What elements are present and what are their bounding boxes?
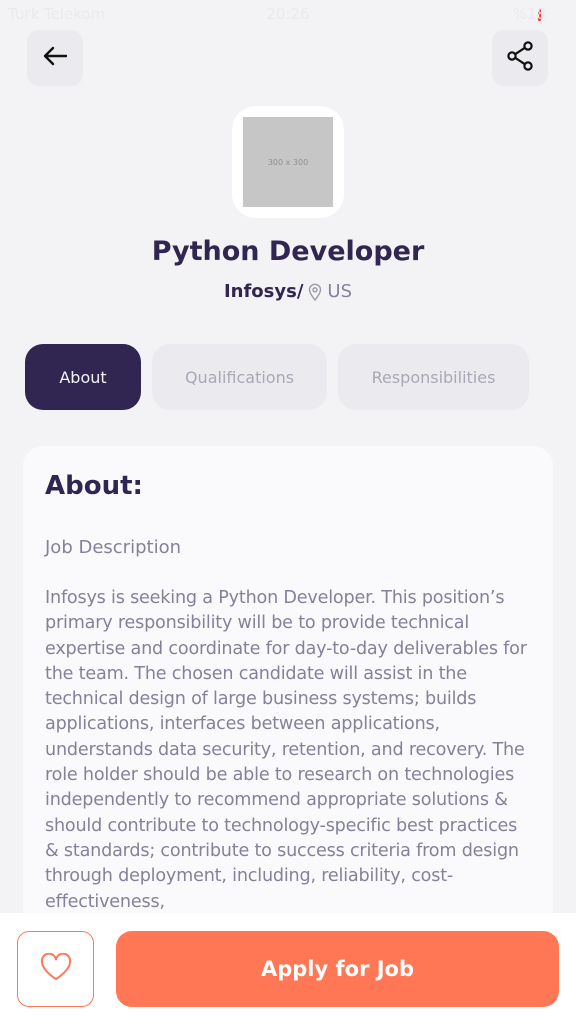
share-icon [506, 41, 534, 75]
arrow-left-icon [42, 46, 68, 70]
company-name: Infosys/ [223, 281, 304, 302]
logo-placeholder: 300 x 300 [243, 117, 333, 207]
tab-qualifications[interactable]: Qualifications [152, 344, 327, 410]
company-logo: 300 x 300 [232, 106, 344, 218]
about-heading: About: [45, 471, 143, 501]
heart-outline-icon [40, 952, 72, 985]
tab-responsibilities[interactable]: Responsibilities [338, 344, 529, 410]
share-button[interactable] [492, 30, 548, 86]
job-description-text: Infosys is seeking a Python Developer. T… [45, 588, 527, 912]
battery-level: %18 [512, 5, 546, 23]
back-button[interactable] [27, 30, 83, 86]
about-card: About: Job Description Infosys is seekin… [23, 446, 553, 966]
job-description-label: Job Description [45, 537, 181, 558]
job-location: US [327, 281, 353, 302]
status-time: 20:26 [266, 5, 310, 23]
company-location-row: Infosys/ US [0, 281, 576, 302]
job-title: Python Developer [151, 236, 425, 267]
favorite-button[interactable] [17, 931, 94, 1007]
status-bar: Turk Telekom 20:26 %18 [0, 0, 576, 30]
location-pin-icon [308, 283, 322, 301]
apply-for-job-button[interactable]: Apply for Job [116, 931, 559, 1007]
footer-bar: Apply for Job [0, 913, 576, 1024]
tab-about[interactable]: About [25, 344, 141, 410]
